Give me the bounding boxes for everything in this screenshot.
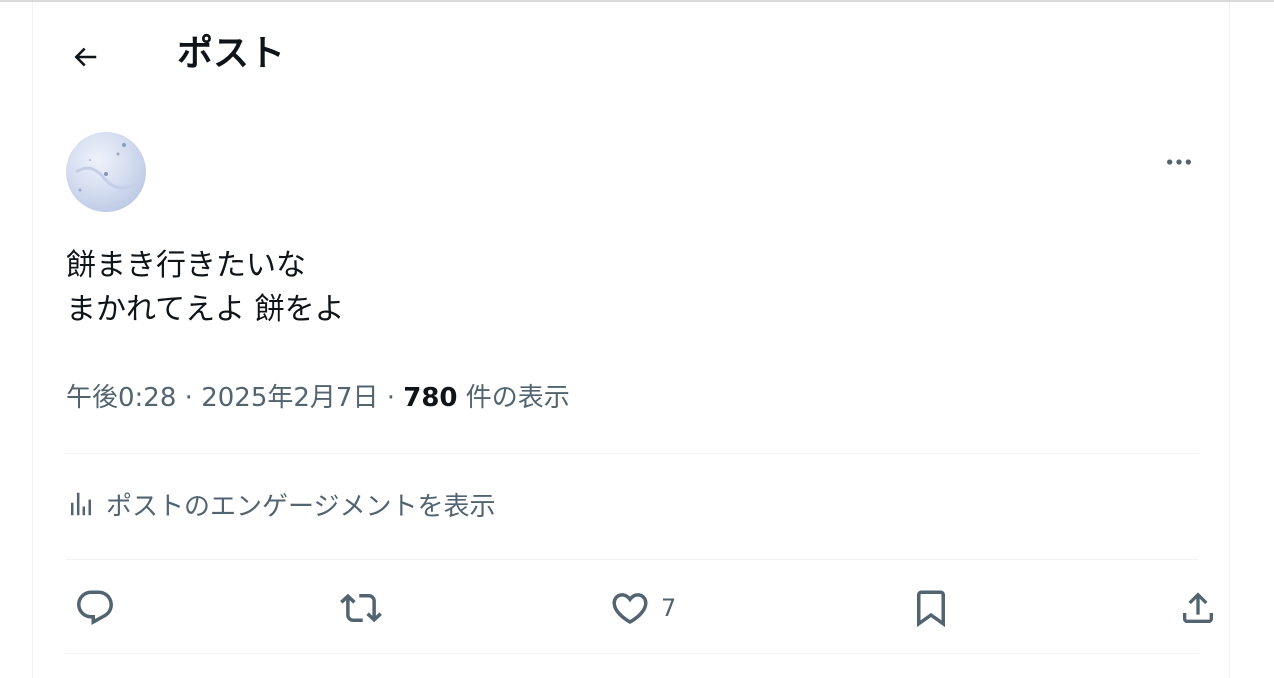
meta-separator: ·	[386, 383, 395, 413]
page: ポスト 餅まき行きたいな まかれてえよ 餅をよ 午後0:28 · 2025年2月…	[0, 0, 1274, 678]
more-options-button[interactable]	[1159, 142, 1199, 182]
like-button[interactable]: 7	[609, 580, 676, 636]
repost-button[interactable]	[340, 580, 382, 636]
arrow-left-icon	[74, 47, 97, 67]
bar-chart-icon	[66, 489, 96, 519]
tweet-date[interactable]: 2025年2月7日	[201, 383, 378, 413]
avatar-image	[66, 132, 146, 212]
header: ポスト	[33, 2, 1229, 106]
reply-icon	[77, 590, 113, 625]
tweet-time[interactable]: 午後0:28	[66, 383, 176, 413]
views-count: 780	[403, 383, 458, 413]
heart-icon	[612, 593, 648, 625]
view-engagements-label: ポストのエンゲージメントを表示	[106, 491, 496, 522]
tweet-meta: 午後0:28 · 2025年2月7日 · 780 件の表示	[66, 378, 570, 418]
bookmark-icon	[917, 590, 945, 628]
views-label: 件の表示	[457, 383, 570, 413]
action-bar: 7	[66, 580, 1213, 636]
page-title: ポスト	[177, 33, 286, 74]
main-column: ポスト 餅まき行きたいな まかれてえよ 餅をよ 午後0:28 · 2025年2月…	[32, 2, 1230, 678]
share-icon	[1183, 592, 1213, 623]
share-button[interactable]	[1178, 580, 1218, 636]
bookmark-button[interactable]	[910, 580, 952, 636]
more-horizontal-icon	[1167, 159, 1191, 165]
back-button[interactable]	[63, 35, 107, 79]
view-engagements-link[interactable]: ポストのエンゲージメントを表示	[66, 482, 495, 526]
tweet-text: 餅まき行きたいな まかれてえよ 餅をよ	[66, 248, 345, 327]
meta-separator: ·	[184, 383, 193, 413]
reply-button[interactable]	[74, 580, 116, 636]
divider	[66, 453, 1198, 454]
like-count: 7	[661, 594, 677, 622]
avatar[interactable]	[66, 132, 146, 212]
divider	[66, 653, 1198, 654]
repost-icon	[340, 593, 382, 623]
divider	[66, 559, 1198, 560]
